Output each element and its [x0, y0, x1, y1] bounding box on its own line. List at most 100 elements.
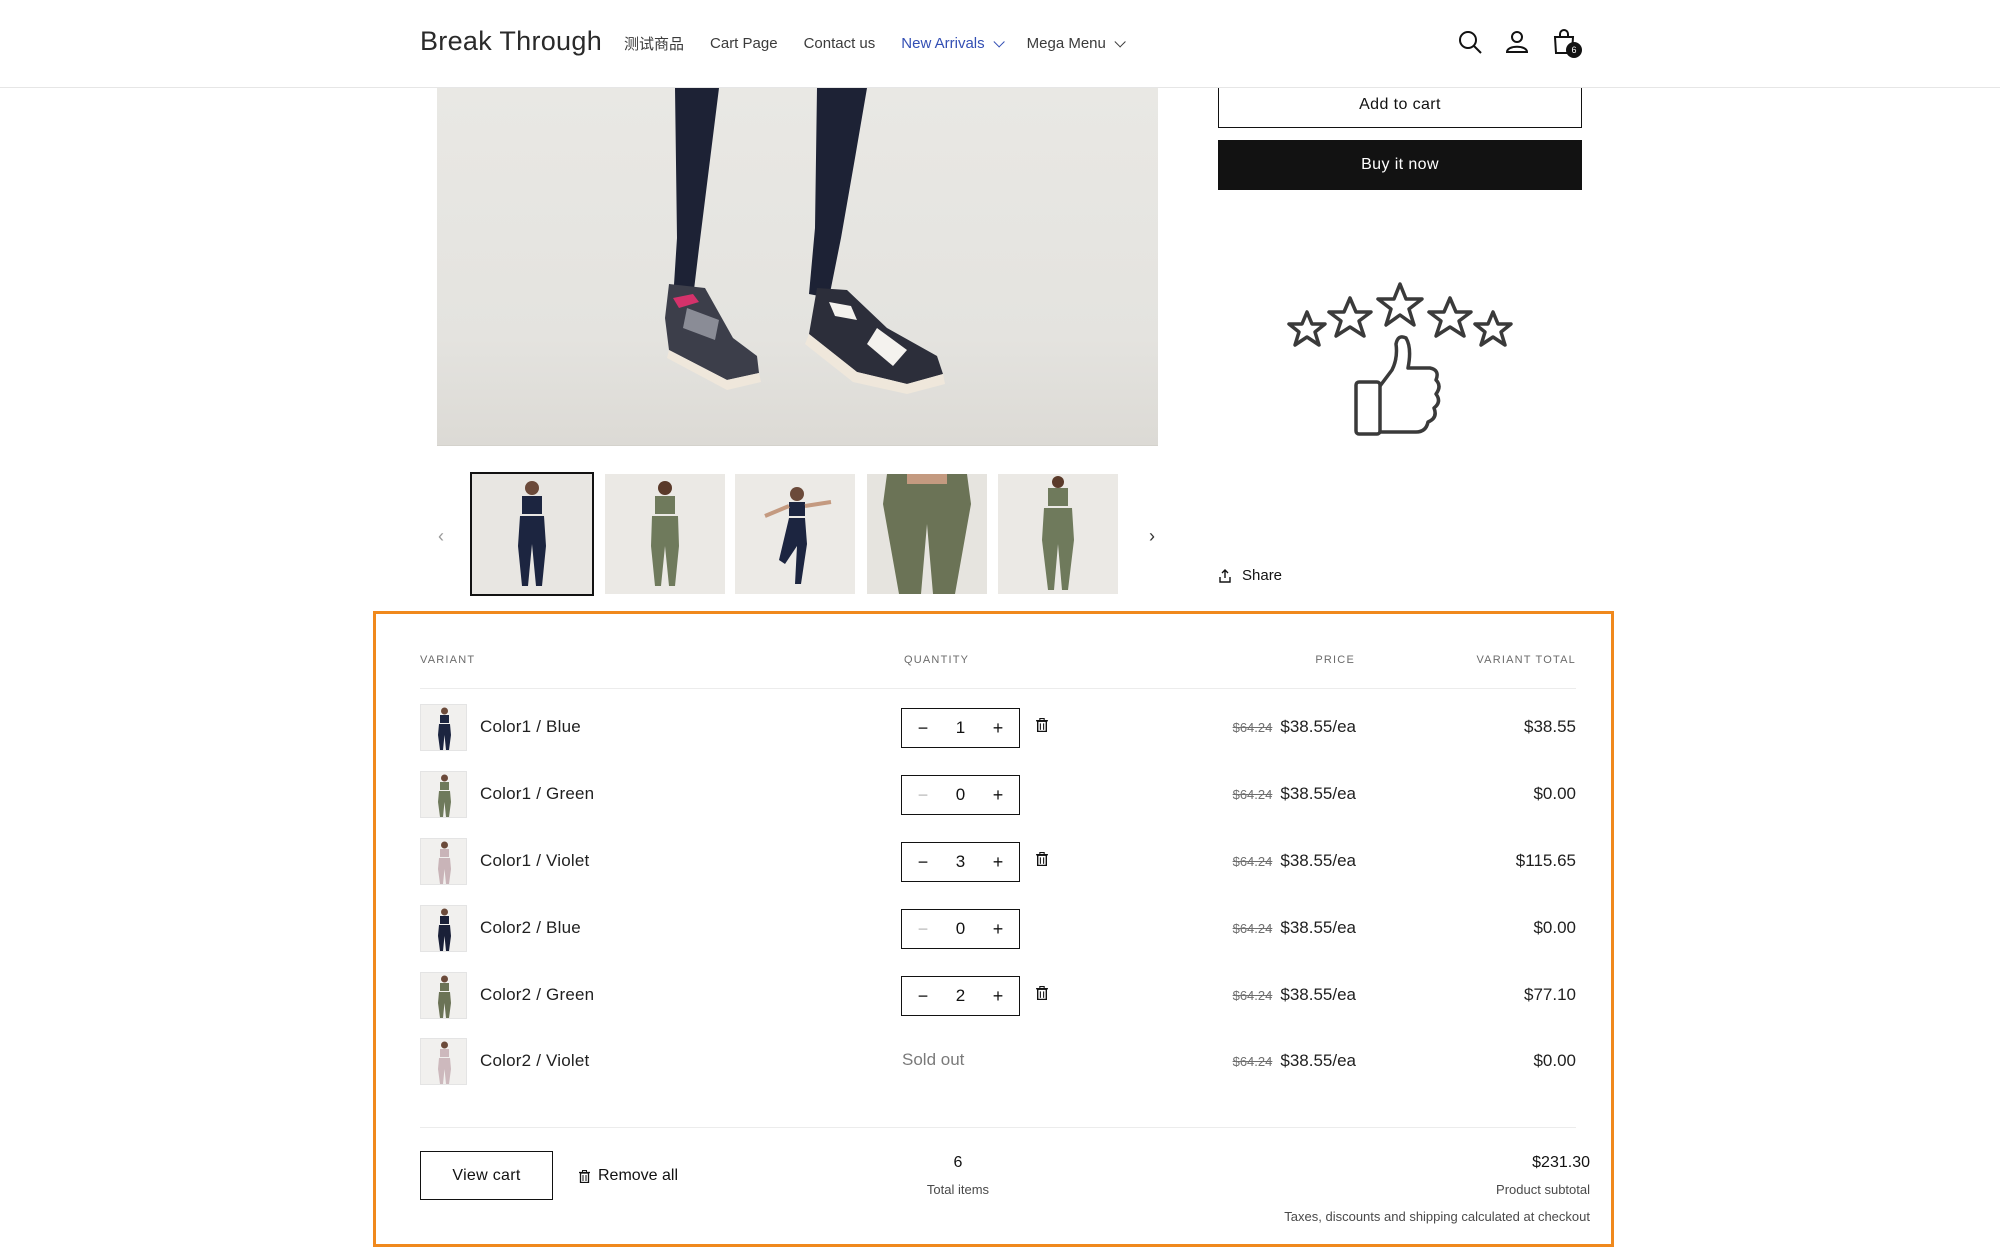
subtotal-label: Product subtotal: [1496, 1182, 1590, 1197]
header-price: PRICE: [1315, 654, 1355, 666]
navy-outfit-front-icon: [518, 481, 546, 586]
variant-price: $64.24 $38.55/ea: [1233, 1051, 1356, 1071]
variant-price: $64.24 $38.55/ea: [1233, 851, 1356, 871]
account-icon[interactable]: [1503, 28, 1531, 56]
increase-quantity-button[interactable]: +: [989, 920, 1007, 938]
nav-item-label: New Arrivals: [901, 35, 985, 52]
thumbnail-strip: [430, 472, 1170, 596]
compare-at-price: $64.24: [1232, 921, 1273, 936]
compare-at-price: $64.24: [1232, 787, 1273, 802]
stars-thumbs-up-icon: [1287, 282, 1513, 436]
quantity-input[interactable]: 0: [956, 919, 965, 939]
variant-thumbnail: [420, 838, 467, 885]
quantity-input[interactable]: 2: [956, 986, 965, 1006]
variant-price: $64.24 $38.55/ea: [1233, 918, 1356, 938]
share-button[interactable]: Share: [1218, 567, 1282, 584]
increase-quantity-button[interactable]: +: [989, 719, 1007, 737]
total-items-value: 6: [953, 1154, 963, 1171]
leggings-icon: [438, 908, 451, 951]
trash-icon[interactable]: [1036, 986, 1052, 1004]
compare-at-price: $64.24: [1232, 988, 1273, 1003]
nav-item-cart-page[interactable]: Cart Page: [710, 33, 778, 54]
chevron-down-icon: [1114, 35, 1126, 48]
decrease-quantity-button[interactable]: −: [914, 786, 932, 804]
variant-thumbnail: [420, 1038, 467, 1085]
thumbnail-5[interactable]: [998, 474, 1118, 594]
variant-name: Color1 / Violet: [480, 851, 590, 870]
cart-count-badge: 6: [1566, 42, 1582, 58]
leggings-icon: [438, 975, 451, 1018]
nav-item-label: Cart Page: [710, 35, 778, 52]
search-icon[interactable]: [1456, 28, 1484, 56]
product-main-image[interactable]: [437, 88, 1158, 446]
leggings-icon: [438, 1041, 451, 1084]
quantity-stepper[interactable]: − 2 +: [901, 976, 1020, 1016]
increase-quantity-button[interactable]: +: [989, 786, 1007, 804]
total-items-label: Total items: [926, 1182, 990, 1197]
variant-total: $115.65: [1515, 851, 1576, 870]
thumbnail-next-arrow[interactable]: ›: [1149, 526, 1155, 547]
trash-icon[interactable]: [1036, 718, 1052, 736]
compare-at-price: $64.24: [1232, 720, 1273, 735]
share-label: Share: [1242, 567, 1283, 584]
table-row: Color1 / Blue − 1 + $64.24 $38.55/ea $38.55: [420, 704, 1576, 752]
quantity-stepper[interactable]: − 3 +: [901, 842, 1020, 882]
thumbnail-2[interactable]: [605, 474, 725, 594]
variant-thumbnail: [420, 771, 467, 818]
increase-quantity-button[interactable]: +: [989, 853, 1007, 871]
table-row: Color2 / Green − 2 + $64.24 $38.55/ea $77.10: [420, 972, 1576, 1020]
leggings-icon: [438, 841, 451, 884]
nav-item-new-arrivals[interactable]: New Arrivals: [901, 33, 1005, 54]
variant-name: Color1 / Green: [480, 784, 595, 803]
header-divider: [420, 688, 1576, 689]
thumbnail-3[interactable]: [735, 474, 855, 594]
store-logo[interactable]: Break Through: [420, 26, 602, 57]
subtotal-value: $231.30: [1532, 1154, 1590, 1171]
thumbnail-4[interactable]: [867, 474, 987, 594]
checkout-note: Taxes, discounts and shipping calculated…: [1284, 1209, 1590, 1224]
add-to-cart-button[interactable]: Add to cart: [1218, 82, 1582, 128]
main-nav: 测试商品 Cart Page Contact us New Arrivals M…: [624, 33, 1148, 54]
quantity-stepper[interactable]: − 0 +: [901, 909, 1020, 949]
decrease-quantity-button[interactable]: −: [914, 853, 932, 871]
trash-icon: [579, 1169, 590, 1183]
chevron-down-icon: [993, 35, 1005, 48]
decrease-quantity-button[interactable]: −: [914, 987, 932, 1005]
decrease-quantity-button[interactable]: −: [914, 719, 932, 737]
nav-item-contact[interactable]: Contact us: [804, 33, 876, 54]
footer-divider: [420, 1127, 1576, 1128]
navy-outfit-pose-icon: [764, 487, 832, 584]
sold-out-label: Sold out: [902, 1050, 965, 1069]
compare-at-price: $64.24: [1232, 854, 1273, 869]
trash-icon[interactable]: [1036, 852, 1052, 870]
increase-quantity-button[interactable]: +: [989, 987, 1007, 1005]
thumbnail-1[interactable]: [470, 472, 594, 596]
quantity-input[interactable]: 1: [956, 718, 965, 738]
nav-item-label: Mega Menu: [1026, 35, 1106, 52]
compare-at-price: $64.24: [1232, 1054, 1273, 1069]
remove-all-button[interactable]: Remove all: [579, 1167, 678, 1185]
nav-item-mega-menu[interactable]: Mega Menu: [1026, 33, 1126, 54]
quantity-input[interactable]: 3: [956, 852, 965, 872]
variant-name: Color1 / Blue: [480, 717, 581, 736]
total-items: 6 Total items: [908, 1154, 1008, 1197]
quantity-input[interactable]: 0: [956, 785, 965, 805]
sale-price: $38.55/ea: [1280, 851, 1356, 870]
quantity-stepper[interactable]: − 1 +: [901, 708, 1020, 748]
quantity-stepper[interactable]: − 0 +: [901, 775, 1020, 815]
buy-it-now-button[interactable]: Buy it now: [1218, 140, 1582, 190]
sale-price: $38.55/ea: [1280, 918, 1356, 937]
table-row: Color1 / Green − 0 + $64.24 $38.55/ea $0.00: [420, 771, 1576, 819]
variant-total: $38.55: [1524, 717, 1576, 736]
decrease-quantity-button[interactable]: −: [914, 920, 932, 938]
variant-thumbnail: [420, 905, 467, 952]
variant-name: Color2 / Blue: [480, 918, 581, 937]
view-cart-button[interactable]: View cart: [420, 1151, 553, 1200]
sneakers-image: [665, 88, 945, 394]
sale-price: $38.55/ea: [1280, 1051, 1356, 1070]
nav-item-test-product[interactable]: 测试商品: [624, 33, 684, 54]
sale-price: $38.55/ea: [1280, 985, 1356, 1004]
bulk-order-table: VARIANT QUANTITY PRICE VARIANT TOTAL Col…: [373, 611, 1614, 1247]
variant-thumbnail: [420, 704, 467, 751]
header-variant: VARIANT: [420, 654, 476, 666]
